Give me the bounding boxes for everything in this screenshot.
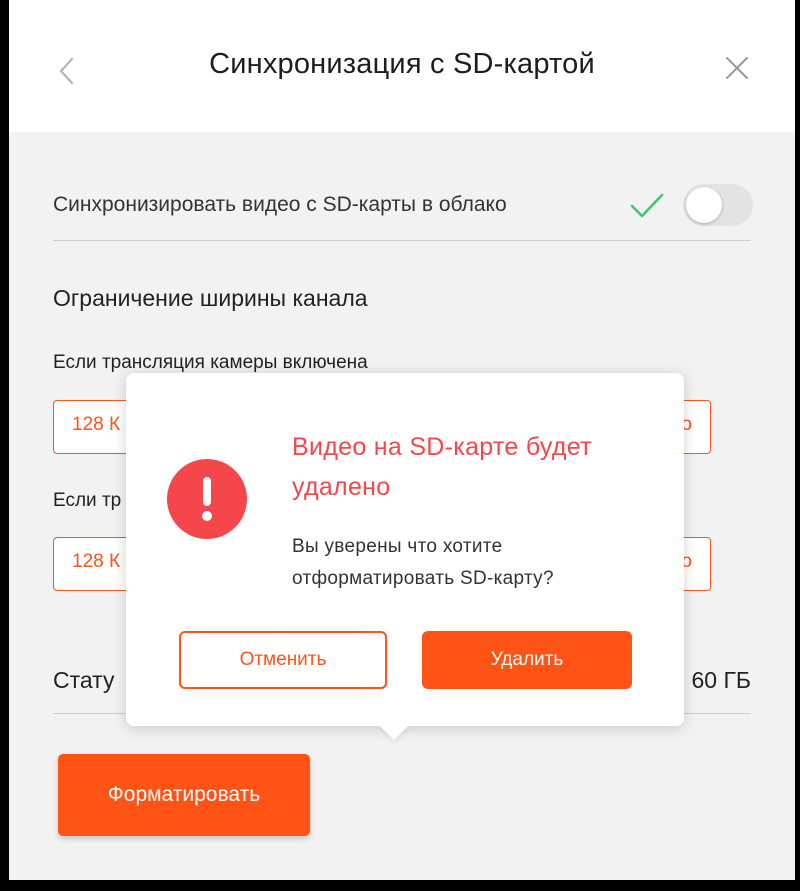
- dialog-title: Видео на SD-карте будет удалено: [292, 433, 592, 501]
- format-button[interactable]: Форматировать: [58, 754, 310, 836]
- bandwidth-section-title: Ограничение ширины канала: [53, 285, 368, 311]
- sync-setting-row: Синхронизировать видео с SD-карты в обла…: [53, 184, 753, 240]
- sync-settings-window: Синхронизация с SD-картой Синхронизирова…: [9, 0, 795, 880]
- cancel-button[interactable]: Отменить: [179, 631, 387, 689]
- close-button[interactable]: [725, 56, 749, 80]
- exclamation-icon: [167, 459, 247, 539]
- close-icon: [726, 57, 748, 79]
- divider: [53, 240, 751, 241]
- select-value: 128 К: [72, 551, 121, 572]
- page-title: Синхронизация с SD-картой: [209, 48, 595, 80]
- sd-status-label: Стату: [53, 667, 115, 693]
- sync-label: Синхронизировать видео с SD-карты в обла…: [53, 193, 507, 216]
- header: Синхронизация с SD-картой: [9, 0, 795, 132]
- bandwidth-field-label-1: Если трансляция камеры включена: [53, 352, 368, 373]
- bandwidth-field-label-2: Если тр: [53, 490, 122, 511]
- dialog-message: Вы уверены что хотите отформатировать SD…: [292, 536, 554, 589]
- delete-button[interactable]: Удалить: [422, 631, 632, 689]
- dialog-arrow: [379, 711, 409, 741]
- toggle-knob: [686, 187, 722, 223]
- sync-toggle[interactable]: [683, 184, 753, 226]
- checkmark-icon: [630, 193, 664, 218]
- delete-confirm-dialog: Видео на SD-карте будет удалено Вы увере…: [126, 373, 684, 741]
- sd-status-value: 60 ГБ: [691, 667, 751, 693]
- select-value: 128 К: [72, 414, 121, 435]
